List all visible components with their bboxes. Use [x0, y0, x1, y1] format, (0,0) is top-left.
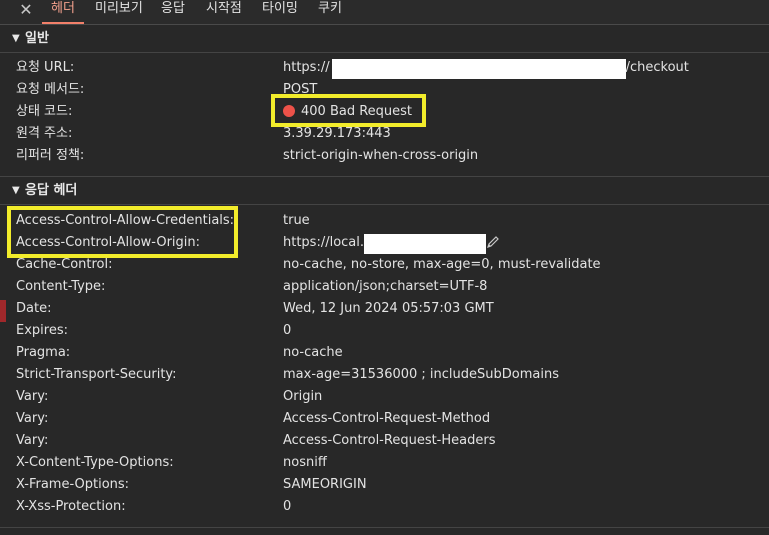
- divider: [0, 176, 769, 177]
- header-key: Vary:: [16, 411, 49, 426]
- tab-timing[interactable]: 타이밍: [262, 0, 298, 24]
- header-value[interactable]: https://local.: [283, 234, 487, 254]
- cors-headers-highlight-box: [7, 206, 238, 258]
- request-url-suffix: /checkout: [625, 60, 689, 75]
- header-row: Vary: Access-Control-Request-Method: [0, 408, 769, 430]
- header-row: Strict-Transport-Security: max-age=31536…: [0, 364, 769, 386]
- header-key: X-Frame-Options:: [16, 477, 130, 492]
- header-key: Cache-Control:: [16, 257, 113, 272]
- tab-preview[interactable]: 미리보기: [95, 0, 143, 24]
- header-value: application/json;charset=UTF-8: [283, 279, 488, 294]
- header-value: 0: [283, 499, 292, 514]
- section-general-title: 일반: [25, 31, 49, 46]
- general-row-referrer-policy: 리퍼러 정책: strict-origin-when-cross-origin: [0, 145, 769, 167]
- active-tab-underline: [42, 22, 84, 24]
- header-row: Vary: Origin: [0, 386, 769, 408]
- header-key: Vary:: [16, 389, 49, 404]
- header-value: max-age=31536000 ; includeSubDomains: [283, 367, 559, 382]
- section-response-headers-header[interactable]: ▼ 응답 헤더: [0, 180, 769, 204]
- header-key: Expires:: [16, 323, 68, 338]
- header-value: SAMEORIGIN: [283, 477, 367, 492]
- remote-address-value: 3.39.29.173:443: [283, 126, 391, 141]
- tab-bar: ✕ 헤더 미리보기 응답 시작점 타이밍 쿠키: [0, 0, 769, 25]
- tab-headers-label: 헤더: [51, 1, 75, 16]
- request-url-key: 요청 URL:: [16, 60, 75, 75]
- header-key: X-Xss-Protection:: [16, 499, 126, 514]
- header-row: X-Xss-Protection: 0: [0, 496, 769, 518]
- header-value: Origin: [283, 389, 323, 404]
- request-url-prefix: https://: [283, 60, 330, 75]
- header-value: nosniff: [283, 455, 327, 470]
- divider: [0, 204, 769, 205]
- tab-response[interactable]: 응답: [161, 0, 185, 24]
- header-row: Content-Type: application/json;charset=U…: [0, 276, 769, 298]
- divider: [0, 52, 769, 53]
- header-row: Expires: 0: [0, 320, 769, 342]
- tab-cookies[interactable]: 쿠키: [318, 0, 342, 24]
- referrer-policy-value: strict-origin-when-cross-origin: [283, 148, 479, 163]
- triangle-down-icon: ▼: [12, 185, 20, 196]
- request-url-value[interactable]: https:// /checkout: [283, 59, 689, 79]
- general-row-request-url: 요청 URL: https:// /checkout: [0, 57, 769, 79]
- tab-headers[interactable]: 헤더: [42, 0, 84, 24]
- divider: [0, 527, 769, 528]
- header-value: no-cache, no-store, max-age=0, must-reva…: [283, 257, 601, 272]
- header-value: Access-Control-Request-Headers: [283, 433, 496, 448]
- close-icon[interactable]: ✕: [18, 0, 34, 22]
- status-code-key: 상태 코드:: [16, 104, 73, 119]
- tab-initiator[interactable]: 시작점: [206, 0, 242, 24]
- redacted-block: [364, 234, 487, 254]
- request-method-key: 요청 메서드:: [16, 82, 85, 97]
- header-row: X-Frame-Options: SAMEORIGIN: [0, 474, 769, 496]
- allow-origin-prefix: https://local.: [283, 235, 365, 250]
- header-key: Vary:: [16, 433, 49, 448]
- header-value: Access-Control-Request-Method: [283, 411, 491, 426]
- referrer-policy-key: 리퍼러 정책:: [16, 148, 85, 163]
- header-row: Date: Wed, 12 Jun 2024 05:57:03 GMT: [0, 298, 769, 320]
- redacted-block: [331, 59, 626, 79]
- remote-address-key: 원격 주소:: [16, 126, 73, 141]
- header-row: Vary: Access-Control-Request-Headers: [0, 430, 769, 452]
- header-key: Content-Type:: [16, 279, 106, 294]
- header-value: Wed, 12 Jun 2024 05:57:03 GMT: [283, 301, 494, 316]
- header-key: Date:: [16, 301, 52, 316]
- header-row: X-Content-Type-Options: nosniff: [0, 452, 769, 474]
- header-value: no-cache: [283, 345, 343, 360]
- header-key: Pragma:: [16, 345, 71, 360]
- header-key: Strict-Transport-Security:: [16, 367, 177, 382]
- header-value: true: [283, 213, 310, 228]
- section-general-header[interactable]: ▼ 일반: [0, 28, 769, 52]
- header-row: Pragma: no-cache: [0, 342, 769, 364]
- header-key: X-Content-Type-Options:: [16, 455, 174, 470]
- status-highlight-box: [271, 94, 426, 127]
- pencil-icon[interactable]: [486, 235, 500, 249]
- header-value: 0: [283, 323, 292, 338]
- section-response-headers-title: 응답 헤더: [25, 183, 78, 198]
- triangle-down-icon: ▼: [12, 33, 20, 44]
